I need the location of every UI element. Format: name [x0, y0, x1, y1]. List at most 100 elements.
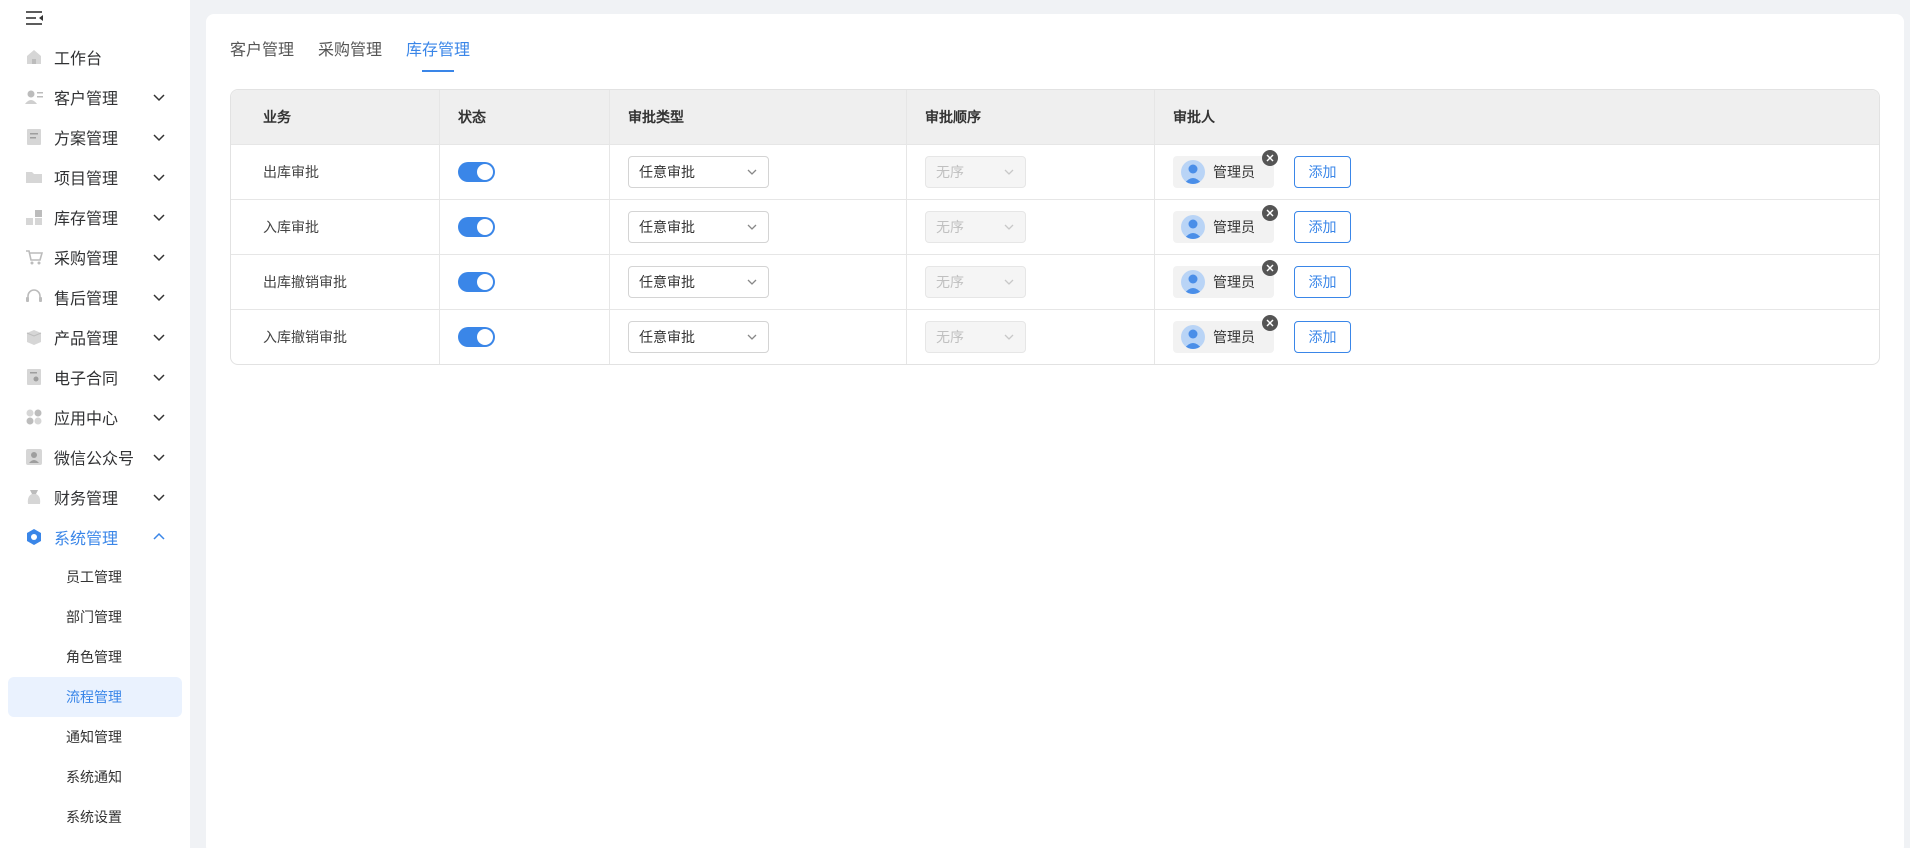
approval-type-value: 任意审批 — [639, 220, 695, 236]
add-approver-button[interactable]: 添加 — [1294, 321, 1351, 353]
sidebar-item-contract[interactable]: 电子合同 — [0, 357, 190, 397]
main-panel: 客户管理 采购管理 库存管理 业务 状态 审批类型 审批顺序 审批人 出库审批 … — [206, 14, 1904, 848]
approval-type-select[interactable]: 任意审批 — [628, 321, 769, 353]
chevron-down-icon — [1004, 279, 1014, 285]
sidebar-item-label: 方案管理 — [54, 129, 119, 148]
approval-order-select[interactable]: 无序 — [925, 156, 1026, 188]
approver-chip: 管理员 — [1173, 205, 1278, 243]
table-row: 出库审批 任意审批 无序 管理员 添加 — [231, 144, 1879, 199]
tab-bar: 客户管理 采购管理 库存管理 — [230, 36, 470, 72]
approver-chip: 管理员 — [1173, 150, 1278, 188]
sidebar-item-inventory[interactable]: 库存管理 — [0, 197, 190, 237]
cart-icon — [24, 247, 44, 267]
tab-purchase[interactable]: 采购管理 — [318, 36, 382, 72]
menu-fold-icon[interactable] — [24, 8, 46, 28]
table-row: 出库撤销审批 任意审批 无序 管理员 添加 — [231, 254, 1879, 309]
status-toggle[interactable] — [458, 217, 495, 237]
sidebar-item-system[interactable]: 系统管理 — [0, 517, 190, 557]
table-row: 入库审批 任意审批 无序 管理员 添加 — [231, 199, 1879, 254]
sidebar-item-label: 售后管理 — [54, 289, 119, 308]
submenu-item-employee[interactable]: 员工管理 — [0, 557, 190, 597]
wechat-user-icon — [24, 447, 44, 467]
approval-type-value: 任意审批 — [639, 165, 695, 181]
business-name: 出库审批 — [263, 165, 319, 181]
add-approver-button[interactable]: 添加 — [1294, 156, 1351, 188]
close-icon[interactable] — [1262, 315, 1278, 331]
submenu-item-system-settings[interactable]: 系统设置 — [0, 797, 190, 837]
chevron-down-icon — [153, 414, 165, 422]
chevron-up-icon — [153, 532, 165, 540]
inventory-icon — [24, 207, 44, 227]
status-toggle[interactable] — [458, 272, 495, 292]
sidebar-item-apps[interactable]: 应用中心 — [0, 397, 190, 437]
approval-order-select[interactable]: 无序 — [925, 321, 1026, 353]
approver-chip: 管理员 — [1173, 315, 1278, 353]
sidebar-item-wechat[interactable]: 微信公众号 — [0, 437, 190, 477]
sidebar-item-project[interactable]: 项目管理 — [0, 157, 190, 197]
approver-group: 管理员 添加 — [1173, 150, 1351, 188]
sidebar-item-label: 工作台 — [54, 49, 103, 68]
chevron-down-icon — [153, 334, 165, 342]
sidebar-item-finance[interactable]: 财务管理 — [0, 477, 190, 517]
add-approver-button[interactable]: 添加 — [1294, 211, 1351, 243]
avatar — [1181, 160, 1205, 184]
column-header-business: 业务 — [231, 90, 440, 144]
submenu-item-department[interactable]: 部门管理 — [0, 597, 190, 637]
chevron-down-icon — [153, 94, 165, 102]
sidebar-item-purchase[interactable]: 采购管理 — [0, 237, 190, 277]
approval-type-select[interactable]: 任意审批 — [628, 156, 769, 188]
approval-order-select[interactable]: 无序 — [925, 266, 1026, 298]
table-row: 入库撤销审批 任意审批 无序 管理员 添加 — [231, 309, 1879, 364]
document-icon — [24, 127, 44, 147]
close-icon[interactable] — [1262, 150, 1278, 166]
chevron-down-icon — [153, 374, 165, 382]
approval-order-value: 无序 — [936, 220, 964, 236]
system-icon — [24, 527, 44, 547]
chevron-down-icon — [747, 279, 757, 285]
approver-chip: 管理员 — [1173, 260, 1278, 298]
sidebar-item-label: 产品管理 — [54, 329, 119, 348]
sidebar-item-workbench[interactable]: 工作台 — [0, 37, 190, 77]
chevron-down-icon — [153, 294, 165, 302]
chevron-down-icon — [747, 334, 757, 340]
chevron-down-icon — [153, 214, 165, 222]
submenu-item-workflow[interactable]: 流程管理 — [8, 677, 182, 717]
approver-name: 管理员 — [1213, 275, 1255, 291]
business-name: 入库审批 — [263, 220, 319, 236]
headset-icon — [24, 287, 44, 307]
contract-icon — [24, 367, 44, 387]
approver-name: 管理员 — [1213, 220, 1255, 236]
apps-icon — [24, 407, 44, 427]
approval-order-select[interactable]: 无序 — [925, 211, 1026, 243]
submenu-item-notice-manage[interactable]: 通知管理 — [0, 717, 190, 757]
approval-type-select[interactable]: 任意审批 — [628, 211, 769, 243]
sidebar-item-label: 客户管理 — [54, 89, 119, 108]
sidebar-item-label: 采购管理 — [54, 249, 119, 268]
sidebar-item-label: 项目管理 — [54, 169, 119, 188]
approval-type-select[interactable]: 任意审批 — [628, 266, 769, 298]
add-approver-button[interactable]: 添加 — [1294, 266, 1351, 298]
customer-icon — [24, 87, 44, 107]
submenu-item-system-notice[interactable]: 系统通知 — [0, 757, 190, 797]
sidebar-item-aftersales[interactable]: 售后管理 — [0, 277, 190, 317]
sidebar-item-plan[interactable]: 方案管理 — [0, 117, 190, 157]
status-toggle[interactable] — [458, 162, 495, 182]
tab-inventory[interactable]: 库存管理 — [406, 36, 470, 72]
approval-table: 业务 状态 审批类型 审批顺序 审批人 出库审批 任意审批 无序 管理员 添加 … — [230, 89, 1880, 365]
avatar — [1181, 325, 1205, 349]
tab-customer[interactable]: 客户管理 — [230, 36, 294, 72]
chevron-down-icon — [153, 454, 165, 462]
chevron-down-icon — [153, 254, 165, 262]
business-name: 出库撤销审批 — [263, 275, 347, 291]
sidebar-item-product[interactable]: 产品管理 — [0, 317, 190, 357]
submenu-item-role[interactable]: 角色管理 — [0, 637, 190, 677]
close-icon[interactable] — [1262, 205, 1278, 221]
sidebar-item-customer[interactable]: 客户管理 — [0, 77, 190, 117]
chevron-down-icon — [153, 174, 165, 182]
sidebar-item-label: 财务管理 — [54, 489, 119, 508]
finance-icon — [24, 487, 44, 507]
status-toggle[interactable] — [458, 327, 495, 347]
column-header-approver: 审批人 — [1173, 110, 1215, 126]
folder-icon — [24, 167, 44, 187]
close-icon[interactable] — [1262, 260, 1278, 276]
